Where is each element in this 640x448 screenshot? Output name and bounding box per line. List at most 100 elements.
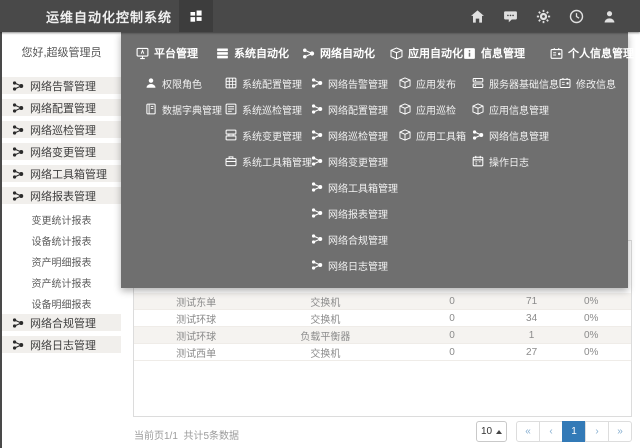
pagination-button[interactable]: » [608, 421, 632, 442]
menu-item-label: 数据字典管理 [162, 102, 222, 117]
menu-item[interactable]: 操作日志 [463, 154, 550, 168]
user-icon [602, 9, 617, 24]
pagination-page-current[interactable]: 1 [562, 421, 586, 442]
menu-item-label: 网络合规管理 [328, 232, 388, 247]
sidebar-item[interactable]: 网络报表管理 [2, 187, 121, 204]
pagination-button[interactable]: › [585, 421, 609, 442]
greeting-text: 您好,超级管理员 [2, 32, 121, 77]
pagination-button[interactable]: « [516, 421, 540, 442]
menu-section-label: 信息管理 [481, 45, 525, 61]
table-cell: 0 [392, 313, 511, 324]
network-nodes-icon [311, 259, 323, 271]
menu-section-header[interactable]: 网络自动化 [302, 45, 390, 61]
sidebar-item[interactable]: 网络告警管理 [2, 77, 121, 94]
menu-item-label: 应用工具箱 [416, 128, 466, 143]
inspection-list-icon [225, 103, 237, 115]
table-cell: 0 [392, 330, 511, 341]
menu-item[interactable]: 网络日志管理 [302, 258, 390, 272]
menu-section-header[interactable]: 个人信息管理 [550, 45, 628, 61]
menu-item[interactable]: 权限角色 [136, 76, 216, 90]
network-nodes-icon [12, 124, 24, 136]
network-nodes-icon [12, 317, 24, 329]
table-cell: 测试西单 [134, 345, 258, 360]
table-cell: 0% [551, 330, 631, 341]
menu-item[interactable]: 系统配置管理 [216, 76, 302, 90]
header-nav-messages-icon[interactable] [494, 9, 527, 24]
menu-item[interactable]: 网络变更管理 [302, 154, 390, 168]
sidebar-item-label: 网络工具箱管理 [30, 166, 107, 182]
menu-section-header[interactable]: 信息管理 [463, 45, 550, 61]
menu-item[interactable]: 网络工具箱管理 [302, 180, 390, 194]
messages-icon [503, 9, 518, 24]
table-cell: 测试环球 [134, 328, 258, 343]
menu-item[interactable]: 网络报表管理 [302, 206, 390, 220]
menu-column: 平台管理权限角色数据字典管理 [136, 45, 216, 288]
idcard-icon [550, 47, 563, 60]
network-nodes-icon [12, 80, 24, 92]
apps-button[interactable] [179, 0, 213, 32]
page-size-select[interactable]: 10 [476, 421, 507, 442]
menu-item-label: 网络工具箱管理 [328, 180, 398, 195]
header-nav-home-icon[interactable] [461, 9, 494, 24]
sidebar-item[interactable]: 网络配置管理 [2, 99, 121, 116]
pagination-button[interactable]: ‹ [539, 421, 563, 442]
table-cell: 测试环球 [134, 311, 258, 326]
menu-item[interactable]: 服务器基础信息 [463, 76, 550, 90]
network-nodes-icon [311, 155, 323, 167]
header-nav-history-clock-icon[interactable] [560, 9, 593, 24]
menu-item-label: 应用巡检 [416, 102, 456, 117]
menu-section-header[interactable]: 系统自动化 [216, 45, 302, 61]
server-icon [472, 77, 484, 89]
header-nav-user-icon[interactable] [593, 9, 626, 24]
menu-item[interactable]: 网络配置管理 [302, 102, 390, 116]
network-nodes-icon [311, 129, 323, 141]
menu-item[interactable]: 网络巡检管理 [302, 128, 390, 142]
table-cell: 27 [512, 347, 552, 358]
system-stack-icon [216, 47, 229, 60]
sidebar-subitem[interactable]: 变更统计报表 [2, 209, 121, 230]
menu-column: 信息管理服务器基础信息应用信息管理网络信息管理操作日志 [463, 45, 550, 288]
menu-item[interactable]: 应用巡检 [390, 102, 463, 116]
sidebar-item[interactable]: 网络巡检管理 [2, 121, 121, 138]
sidebar-item[interactable]: 网络变更管理 [2, 143, 121, 160]
menu-item[interactable]: 网络告警管理 [302, 76, 390, 90]
info-square-icon [463, 47, 476, 60]
sidebar-item-label: 网络报表管理 [30, 188, 96, 204]
sidebar-item[interactable]: 网络日志管理 [2, 336, 121, 353]
menu-item[interactable]: 应用工具箱 [390, 128, 463, 142]
table-cell: 0% [551, 296, 631, 307]
network-nodes-icon [12, 339, 24, 351]
table-cell: 0% [551, 313, 631, 324]
sidebar-subitem[interactable]: 资产统计报表 [2, 272, 121, 293]
sidebar-subitem[interactable]: 设备统计报表 [2, 230, 121, 251]
menu-item[interactable]: 系统巡检管理 [216, 102, 302, 116]
menu-section-header[interactable]: 应用自动化 [390, 45, 463, 61]
page-size-value: 10 [481, 426, 492, 437]
app-box-icon [399, 103, 411, 115]
menu-item[interactable]: 网络信息管理 [463, 128, 550, 142]
menu-item-label: 修改信息 [576, 76, 616, 91]
sidebar-item[interactable]: 网络工具箱管理 [2, 165, 121, 182]
menu-item[interactable]: 应用信息管理 [463, 102, 550, 116]
menu-item-label: 权限角色 [162, 76, 202, 91]
dictionary-book-icon [145, 103, 157, 115]
menu-column: 个人信息管理修改信息 [550, 45, 628, 288]
menu-item[interactable]: 系统工具箱管理 [216, 154, 302, 168]
menu-item-label: 网络变更管理 [328, 154, 388, 169]
sidebar: 您好,超级管理员 网络告警管理网络配置管理网络巡检管理网络变更管理网络工具箱管理… [0, 32, 121, 448]
menu-item[interactable]: 网络合规管理 [302, 232, 390, 246]
menu-item[interactable]: 修改信息 [550, 76, 628, 90]
table-cell: 测试东单 [134, 294, 258, 309]
header-nav-settings-gear-icon[interactable] [527, 9, 560, 24]
sidebar-item[interactable]: 网络合规管理 [2, 314, 121, 331]
table-cell: 0% [551, 347, 631, 358]
sidebar-subitem[interactable]: 资产明细报表 [2, 251, 121, 272]
settings-gear-icon [536, 9, 551, 24]
network-nodes-icon [12, 168, 24, 180]
sidebar-item-label: 网络日志管理 [30, 337, 96, 353]
menu-item[interactable]: 数据字典管理 [136, 102, 216, 116]
menu-item[interactable]: 应用发布 [390, 76, 463, 90]
sidebar-subitem[interactable]: 设备明细报表 [2, 293, 121, 314]
menu-item[interactable]: 系统变更管理 [216, 128, 302, 142]
menu-section-header[interactable]: 平台管理 [136, 45, 216, 61]
